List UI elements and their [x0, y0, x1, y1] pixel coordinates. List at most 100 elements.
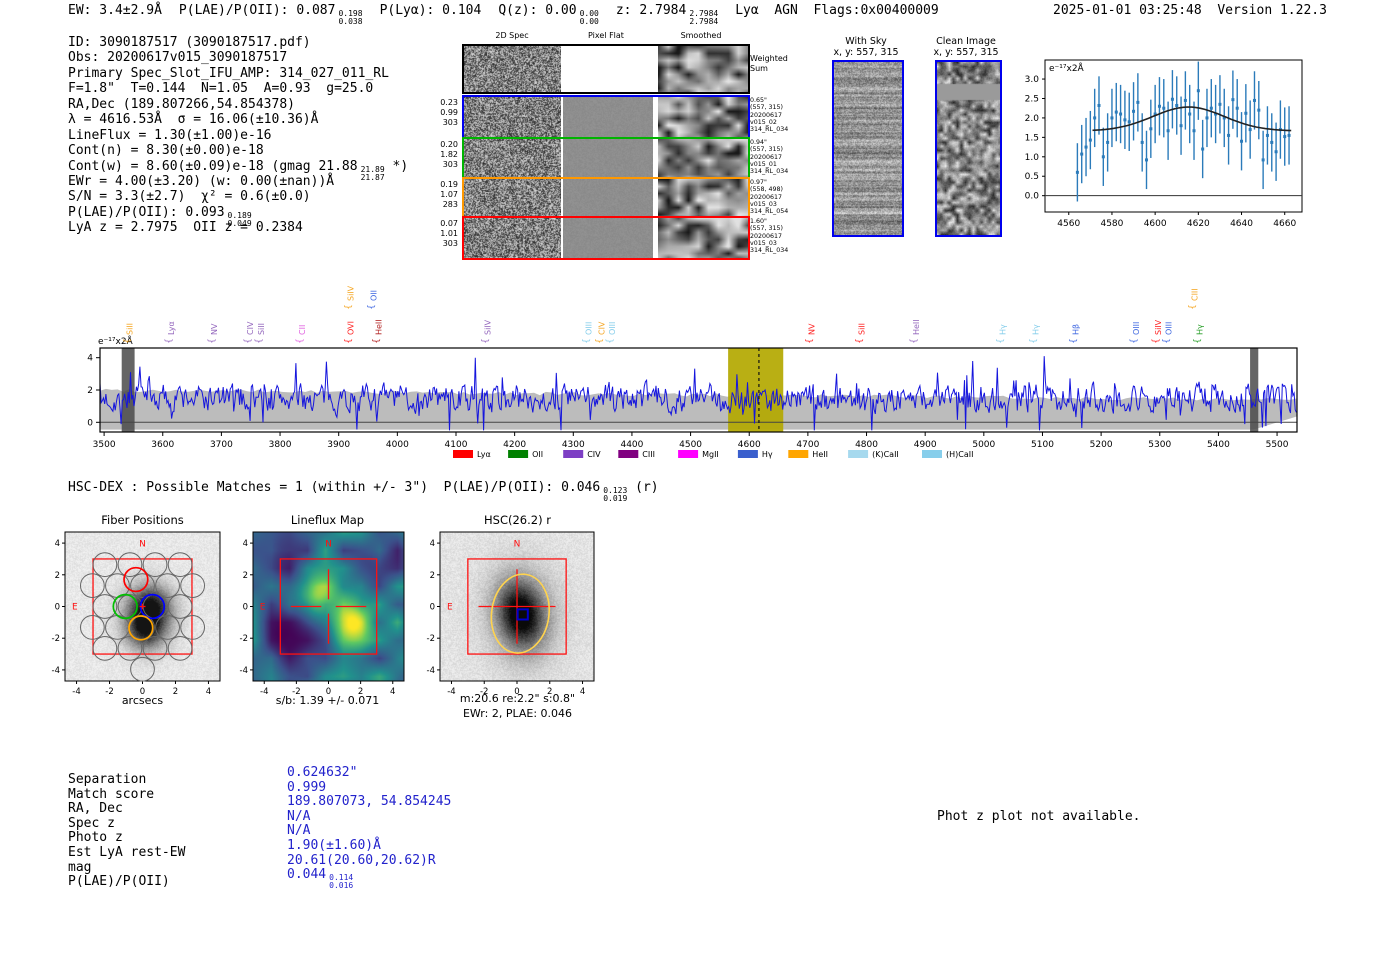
spec2d-left-label: 0.20	[440, 140, 458, 149]
summary-line-text: λ = 4616.53Å σ = 16.06(±10.36)Å	[68, 112, 319, 128]
y-tick-label: 2	[243, 571, 248, 581]
fiber-circle	[167, 552, 193, 578]
summary-line-text: EWr = 4.00(±3.20) (w: 0.00(±nan))Å	[68, 173, 335, 189]
line-label-brace: {	[909, 338, 919, 344]
x-tick-label: 3700	[210, 440, 233, 450]
fiber-circle	[155, 573, 180, 598]
legend-swatch	[678, 450, 699, 458]
data-point	[1261, 158, 1265, 162]
x-tick-label: 5400	[1207, 440, 1230, 450]
fiber-circle	[117, 594, 143, 619]
fiber-circle	[80, 615, 105, 640]
sup-sub-value: 0.123 0.019	[603, 486, 628, 504]
line-label-brace: {	[1029, 338, 1039, 344]
data-point	[1196, 89, 1200, 93]
summary-line: λ = 4616.53Å σ = 16.06(±10.36)Å	[68, 112, 408, 127]
line-label-brace: {	[606, 338, 616, 344]
summary-line-text: RA,Dec (189.807266,54.854378)	[68, 96, 295, 112]
match-table-value-text: 189.807073, 54.854245	[287, 794, 452, 810]
x-tick-label: 3800	[269, 440, 292, 450]
x-tick-label: 4100	[445, 440, 468, 450]
sub-value: 0.019	[603, 494, 628, 504]
y-tick-label: -2	[240, 634, 248, 644]
line-label-brace: {	[244, 338, 254, 344]
aperture-ellipse	[490, 573, 550, 654]
sup-sub-value: 0.00 0.00	[580, 9, 599, 26]
match-table-label: mag	[68, 859, 92, 875]
emission-line-label: Hγ	[1032, 324, 1041, 335]
summary-line: Obs: 20200617v015_3090187517	[68, 50, 408, 65]
emission-line-label: SiII	[125, 323, 134, 335]
spec2d-smoothed-image	[658, 179, 748, 217]
emission-line-label: SiII	[257, 323, 266, 335]
clean-image-xy: x, y: 557, 315	[933, 47, 999, 58]
line-label-brace: {	[123, 338, 133, 344]
x-tick-label: 5200	[1090, 440, 1113, 450]
spec2d-row-right-labels: 0.94" (557, 315) 20200617 v015_01 314_RL_034	[750, 139, 810, 175]
data-point	[1101, 155, 1105, 159]
header-segment-text: EW: 3.4±2.9Å	[68, 3, 162, 18]
summary-line: S/N = 3.3(±2.7) χ² = 0.6(±0.0)	[68, 189, 408, 204]
spec2d-row-right-labels: 0.97" (558, 498) 20200617 v015_03 314_RL_054	[750, 179, 810, 215]
x-tick-label: 5300	[1148, 440, 1171, 450]
emission-line-label: OIII	[1132, 322, 1141, 335]
summary-line: EWr = 4.00(±3.20) (w: 0.00(±nan))Å	[68, 174, 408, 189]
legend-swatch	[453, 450, 473, 458]
x-tick-label: 4300	[562, 440, 585, 450]
y-tick-label: 2	[87, 386, 93, 396]
x-tick-label: 4000	[386, 440, 409, 450]
summary-line-suffix: *)	[384, 158, 409, 174]
y-tick-label: 0.0	[1025, 192, 1040, 202]
spec2d-col-header-smoothed: Smoothed	[680, 31, 722, 40]
y-tick-label: 0	[243, 603, 248, 613]
line-label-brace: {	[855, 338, 865, 344]
header-segment-text: Lyα AGN Flags:0x00400009	[735, 3, 939, 18]
emission-line-label: CIII	[1190, 288, 1199, 301]
data-point	[1127, 120, 1131, 124]
spec2d-smoothed-image	[658, 97, 748, 138]
sup-sub-value: 21.89 21.87	[361, 165, 385, 182]
line-label-brace: {	[1193, 338, 1203, 344]
match-table-label: Match score	[68, 786, 155, 802]
legend-swatch	[848, 450, 869, 458]
spec2d-right-label: (558, 498)	[750, 186, 783, 194]
spec2d-col-header-pixelflat: Pixel Flat	[588, 31, 624, 40]
spec2d-row-left-labels: 0.20 1.82 303	[408, 140, 458, 170]
spec2d-row-left-labels: 0.19 1.07 283	[408, 180, 458, 210]
lineflux-map-plot: -4 -4 -2 -2 0 0 2 2 4 4 N E	[223, 516, 434, 716]
sup-sub-value: 0.198 0.038	[338, 9, 362, 26]
emission-line-label: CIV	[246, 321, 255, 335]
legend-label: Lyα	[477, 450, 491, 459]
y-tick-label: 0	[430, 603, 435, 613]
line-label-brace: {	[1069, 338, 1079, 344]
data-point	[1252, 98, 1256, 102]
spec2d-left-label: 0.19	[440, 180, 458, 189]
data-point	[1183, 98, 1187, 102]
emission-line-label: Hγ	[1196, 324, 1205, 335]
emission-line-label: OIII	[608, 322, 617, 335]
header-segment: Lyα AGN Flags:0x00400009	[735, 3, 939, 18]
line-label-brace: {	[254, 338, 264, 344]
summary-line-text: P(LAE)/P(OII): 0.093	[68, 204, 225, 220]
compass-north-label: N	[139, 539, 146, 549]
emission-line-label: SiII	[857, 323, 866, 335]
y-tick-label: 2	[430, 571, 435, 581]
match-table-value: 0.044 0.114 0.016	[287, 867, 451, 890]
data-point	[1145, 158, 1149, 162]
spec2d-right-label: 314_RL_054	[750, 208, 789, 216]
spec2d-2d-image	[464, 97, 561, 138]
compass-north-label: N	[514, 539, 521, 549]
spec2d-smoothed-image	[658, 218, 748, 258]
legend-label: (H)CaII	[946, 450, 973, 459]
spec2d-left-label: 283	[442, 200, 458, 209]
summary-line: ID: 3090187517 (3090187517.pdf)	[68, 35, 408, 50]
detection-summary-block: ID: 3090187517 (3090187517.pdf) Obs: 2020…	[68, 35, 408, 236]
data-point	[1140, 140, 1144, 144]
summary-line-text: Cont(n) = 8.30(±0.00)e-18	[68, 143, 264, 159]
data-point	[1162, 106, 1166, 110]
line-label-brace: {	[1162, 338, 1172, 344]
line-label-brace: {	[805, 338, 815, 344]
data-point	[1179, 124, 1183, 128]
compass-east-label: E	[72, 603, 78, 613]
compass-north-label: N	[325, 539, 332, 549]
